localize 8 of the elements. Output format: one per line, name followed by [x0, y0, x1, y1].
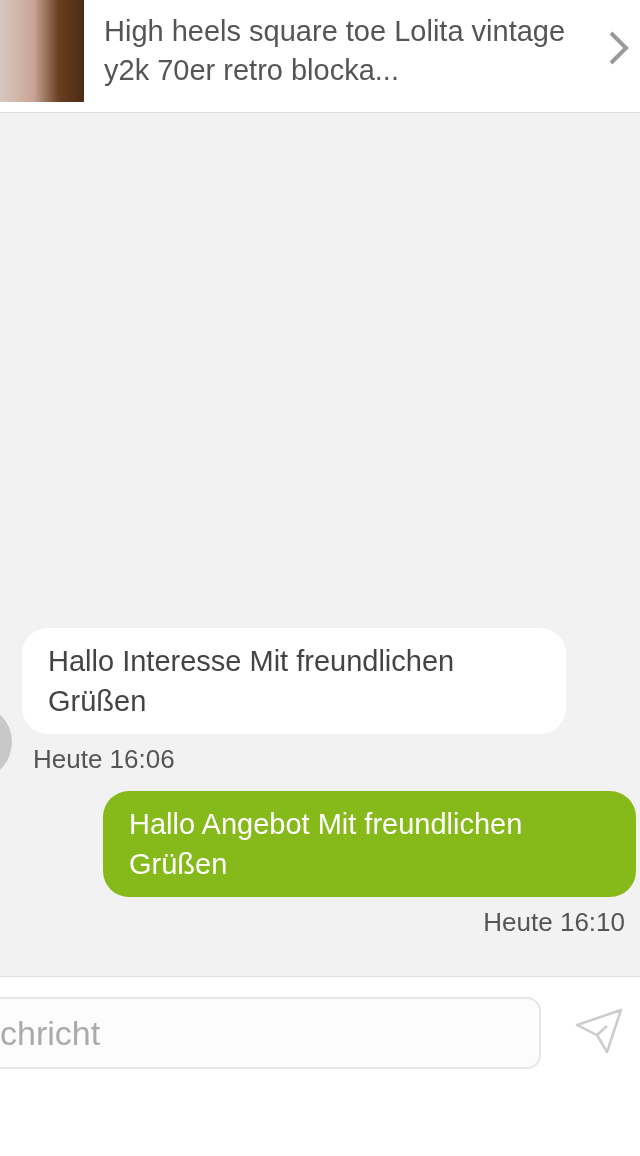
message-time: Heute 16:06: [33, 744, 175, 775]
send-icon[interactable]: [575, 1007, 623, 1055]
message-input-field[interactable]: chricht: [0, 997, 541, 1069]
listing-title[interactable]: High heels square toe Lolita vintage y2k 70er retro blocka...: [104, 12, 598, 90]
sent-message-bubble: Hallo Angebot Mit freundlichen Grüßen: [103, 791, 636, 897]
received-message-bubble: Hallo Interesse Mit freundlichen Grüßen: [22, 628, 566, 734]
chevron-right-icon[interactable]: [608, 30, 630, 66]
message-time: Heute 16:10: [483, 907, 625, 938]
